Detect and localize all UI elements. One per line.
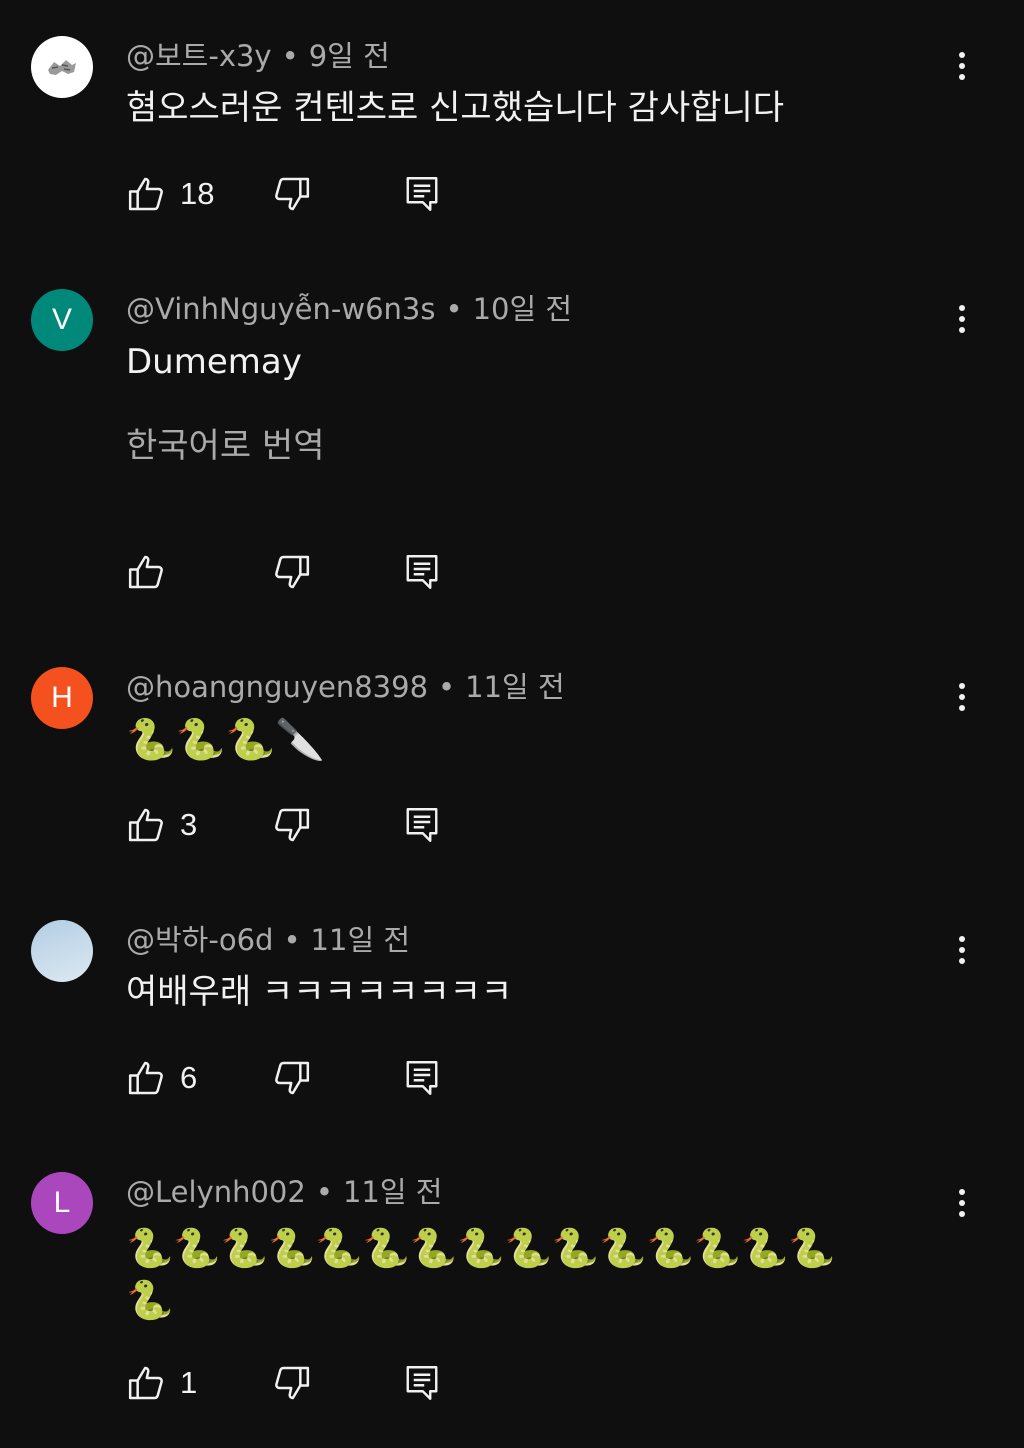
avatar[interactable]: V — [31, 289, 93, 351]
thumbs-down-icon — [275, 1061, 310, 1095]
thumbs-up-icon — [128, 177, 163, 211]
more-options-button[interactable] — [944, 677, 980, 717]
thumbs-down-icon — [275, 177, 310, 211]
comment-actions: 3 — [126, 805, 486, 845]
dislike-button[interactable] — [272, 1363, 312, 1403]
comment-text: 여배우래 ㅋㅋㅋㅋㅋㅋㅋㅋ — [126, 972, 513, 1012]
more-options-button[interactable] — [944, 930, 980, 970]
author-handle[interactable]: @박하-o6d — [126, 923, 273, 957]
like-count: 6 — [180, 1060, 198, 1095]
comment-actions: 18 — [126, 174, 486, 214]
dislike-button[interactable] — [272, 174, 312, 214]
like-button[interactable] — [126, 552, 180, 592]
dislike-button[interactable] — [272, 805, 312, 845]
like-count: 1 — [180, 1365, 198, 1400]
more-vertical-icon — [959, 52, 965, 58]
comment-actions: 6 — [126, 1058, 486, 1098]
reply-comment-icon — [406, 1061, 438, 1095]
more-vertical-icon — [959, 305, 965, 311]
dislike-button[interactable] — [272, 552, 312, 592]
comment-text: 혐오스러운 컨텐츠로 신고했습니다 감사합니다 — [126, 88, 785, 128]
avatar-image-icon — [48, 60, 76, 75]
reply-button[interactable] — [404, 174, 440, 214]
more-options-button[interactable] — [944, 299, 980, 339]
comment-time: 11일 전 — [342, 1175, 443, 1209]
reply-button[interactable] — [404, 552, 440, 592]
author-handle[interactable]: @hoangnguyen8398 — [126, 670, 428, 704]
reply-comment-icon — [406, 808, 438, 842]
thumbs-down-icon — [275, 808, 310, 842]
reply-button[interactable] — [404, 805, 440, 845]
thumbs-down-icon — [275, 555, 310, 589]
like-button[interactable]: 1 — [126, 1363, 197, 1403]
more-options-button[interactable] — [944, 46, 980, 86]
comment-actions — [126, 552, 486, 592]
like-button[interactable]: 6 — [126, 1058, 197, 1098]
comment-text: 🐍🐍🐍🔪 — [126, 717, 326, 763]
thumbs-up-icon — [128, 1366, 163, 1400]
dislike-button[interactable] — [272, 1058, 312, 1098]
more-options-button[interactable] — [944, 1183, 980, 1223]
comment-meta: @박하-o6d • 11일 전 — [126, 922, 410, 958]
like-count: 3 — [180, 807, 198, 842]
author-handle[interactable]: @Lelynh002 — [126, 1175, 306, 1209]
comment-time: 11일 전 — [310, 923, 411, 957]
translate-link[interactable]: 한국어로 번역 — [126, 424, 325, 468]
reply-button[interactable] — [404, 1058, 440, 1098]
author-handle[interactable]: @보트-x3y — [126, 39, 272, 73]
like-button[interactable]: 18 — [126, 174, 214, 214]
avatar-letter: V — [51, 303, 72, 336]
thumbs-down-icon — [275, 1366, 310, 1400]
avatar[interactable] — [31, 920, 93, 982]
thumbs-up-icon — [128, 1061, 163, 1095]
reply-comment-icon — [406, 1366, 438, 1400]
comment-text-line-1: 🐍🐍🐍🐍🐍🐍🐍🐍🐍🐍🐍🐍🐍🐍🐍 — [126, 1226, 836, 1270]
more-vertical-icon — [959, 1189, 965, 1195]
comment-time: 10일 전 — [472, 292, 573, 326]
comment-actions: 1 — [126, 1363, 486, 1403]
comment-time: 9일 전 — [308, 39, 390, 73]
avatar[interactable]: H — [31, 667, 93, 729]
comment-meta: @hoangnguyen8398 • 11일 전 — [126, 669, 565, 705]
avatar[interactable] — [31, 36, 93, 98]
reply-comment-icon — [406, 177, 438, 211]
author-handle[interactable]: @VinhNguyễn-w6n3s — [126, 292, 435, 326]
reply-comment-icon — [406, 555, 438, 589]
meta-separator: • — [281, 39, 299, 73]
comment-meta: @VinhNguyễn-w6n3s • 10일 전 — [126, 291, 572, 327]
comment-text-line-2: 🐍 — [126, 1278, 174, 1322]
like-count: 18 — [180, 176, 215, 211]
more-vertical-icon — [959, 683, 965, 689]
avatar-letter: L — [53, 1186, 71, 1219]
meta-separator: • — [445, 292, 463, 326]
avatar[interactable]: L — [31, 1172, 93, 1234]
more-vertical-icon — [959, 936, 965, 942]
meta-separator: • — [438, 670, 456, 704]
thumbs-up-icon — [128, 555, 163, 589]
like-button[interactable]: 3 — [126, 805, 197, 845]
avatar-letter: H — [51, 681, 73, 714]
comment-meta: @Lelynh002 • 11일 전 — [126, 1174, 442, 1210]
comment-text: Dumemay — [126, 342, 302, 382]
comment-meta: @보트-x3y • 9일 전 — [126, 38, 390, 74]
comment-time: 11일 전 — [465, 670, 565, 704]
reply-button[interactable] — [404, 1363, 440, 1403]
meta-separator: • — [315, 1175, 333, 1209]
thumbs-up-icon — [128, 808, 163, 842]
meta-separator: • — [283, 923, 301, 957]
